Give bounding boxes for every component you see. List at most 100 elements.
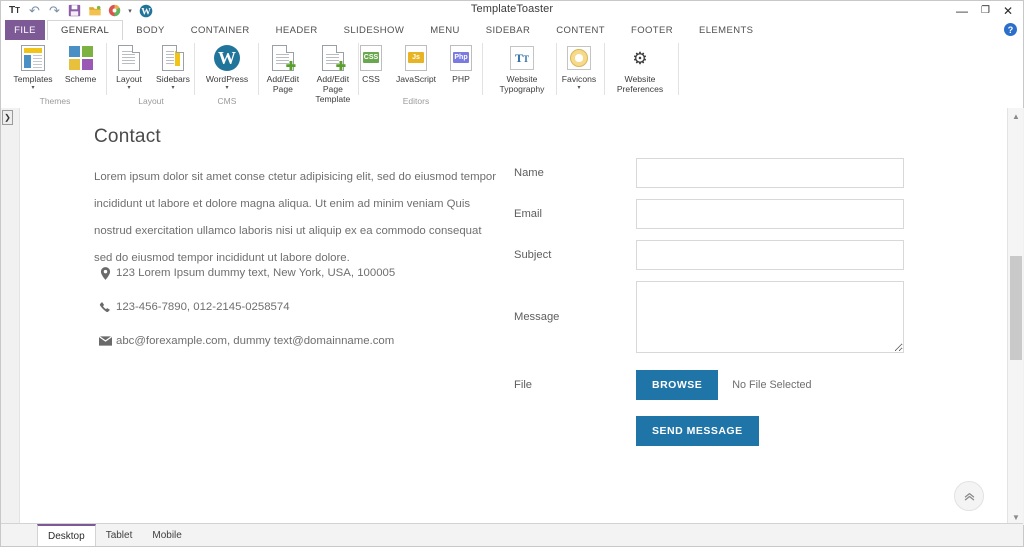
- ribbon-button-wordpress[interactable]: WWordPress▾: [200, 40, 254, 91]
- ribbon-group-label: Editors: [349, 96, 483, 106]
- page-title: Contact: [94, 126, 161, 148]
- form-row-submit: SEND MESSAGE: [514, 416, 974, 446]
- ribbon-tab-footer[interactable]: FOOTER: [618, 20, 686, 40]
- contact-info-item: 123 Lorem Ipsum dummy text, New York, US…: [94, 256, 514, 290]
- ribbon: Templates▾SchemeThemesLayout▾Sidebars▾La…: [1, 40, 1023, 109]
- ribbon-button-label: Add/Edit Page: [265, 74, 301, 94]
- scheme-icon: [69, 44, 93, 72]
- ribbon-group-label: CMS: [195, 96, 259, 106]
- ribbon-button-css[interactable]: CSSCSS: [349, 40, 393, 84]
- ribbon-button-add-edit-page[interactable]: ✚Add/Edit Page: [259, 40, 307, 94]
- form-label-message: Message: [514, 311, 636, 323]
- ribbon-button-label: Layout: [116, 74, 142, 84]
- ribbon-tab-sidebar[interactable]: SIDEBAR: [473, 20, 544, 40]
- ribbon-button-label: WordPress: [206, 74, 248, 84]
- ribbon-tab-menu[interactable]: MENU: [417, 20, 473, 40]
- contact-info-list: 123 Lorem Ipsum dummy text, New York, US…: [94, 256, 514, 358]
- help-button[interactable]: ?: [1004, 23, 1017, 36]
- device-tab-mobile[interactable]: Mobile: [142, 524, 191, 546]
- ribbon-button-website-preferences[interactable]: ⚙Website Preferences: [603, 40, 677, 94]
- favicons-icon: [567, 44, 591, 72]
- ribbon-tabs: GENERALBODYCONTAINERHEADERSLIDESHOWMENUS…: [47, 20, 766, 40]
- form-row: Name: [514, 158, 974, 188]
- contact-info-text: 123-456-7890, 012-2145-0258574: [116, 301, 290, 313]
- ribbon-tab-content[interactable]: CONTENT: [543, 20, 618, 40]
- ribbon-button-scheme[interactable]: Scheme: [59, 40, 103, 84]
- message-textarea[interactable]: [636, 281, 904, 353]
- ribbon-group-cms: WWordPress▾ CMS: [195, 40, 259, 108]
- window-title: TemplateToaster: [1, 3, 1023, 15]
- vertical-scrollbar[interactable]: ▲ ▼: [1007, 108, 1023, 525]
- scroll-to-top-button[interactable]: [954, 481, 984, 511]
- ribbon-button-php[interactable]: Php PHP: [439, 40, 483, 84]
- form-row: Subject: [514, 240, 974, 270]
- ribbon-button-favicons[interactable]: Favicons▾: [556, 40, 602, 91]
- php-icon: Php: [450, 44, 472, 72]
- ribbon-group-divider: [482, 43, 483, 95]
- ribbon-button-label: Templates: [13, 74, 52, 84]
- subject-input[interactable]: [636, 240, 904, 270]
- templates-icon: [21, 44, 45, 72]
- contact-info-item: abc@forexample.com, dummy text@domainnam…: [94, 324, 514, 358]
- ribbon-group-favicons: Favicons▾: [553, 40, 605, 108]
- close-button[interactable]: ✕: [1003, 5, 1013, 17]
- website-preview: Contact Lorem ipsum dolor sit amet conse…: [19, 108, 1008, 525]
- contact-info-item: 123-456-7890, 012-2145-0258574: [94, 290, 514, 324]
- browse-button[interactable]: BROWSE: [636, 370, 718, 400]
- ribbon-tab-container[interactable]: CONTAINER: [178, 20, 263, 40]
- ribbon-tab-slideshow[interactable]: SLIDESHOW: [331, 20, 418, 40]
- chevron-down-icon[interactable]: ▾: [31, 85, 34, 91]
- chevron-down-icon[interactable]: ▾: [171, 85, 174, 91]
- restore-button[interactable]: ❐: [981, 6, 990, 16]
- add-edit-page-icon: ✚: [272, 44, 294, 72]
- form-label-name: Name: [514, 167, 636, 179]
- ribbon-button-website-typography[interactable]: TTWebsite Typography: [487, 40, 557, 94]
- javascript-icon: Js: [405, 44, 427, 72]
- chevron-down-icon[interactable]: ▾: [225, 85, 228, 91]
- form-label-email: Email: [514, 208, 636, 220]
- ribbon-button-label: Website Preferences: [609, 74, 671, 94]
- panel-expander-button[interactable]: ❯: [2, 110, 13, 125]
- chevron-down-icon[interactable]: ▾: [127, 85, 130, 91]
- send-message-button[interactable]: SEND MESSAGE: [636, 416, 759, 446]
- website-typography-icon: TT: [510, 44, 534, 72]
- tab-file[interactable]: FILE: [5, 20, 45, 40]
- ribbon-group-typography: TTWebsite Typography: [487, 40, 557, 108]
- chevron-double-up-icon: [963, 490, 976, 503]
- ribbon-button-templates[interactable]: Templates▾: [7, 40, 58, 91]
- name-input[interactable]: [636, 158, 904, 188]
- chevron-down-icon[interactable]: ▾: [577, 85, 580, 91]
- ribbon-tab-header[interactable]: HEADER: [263, 20, 331, 40]
- application-window: TT ↶ ↷ ▾ W TemplateToaster — ❐ ✕ FILE: [0, 0, 1024, 547]
- scrollbar-up-arrow[interactable]: ▲: [1008, 108, 1024, 124]
- website-preferences-icon: ⚙: [628, 44, 652, 72]
- title-bar: TT ↶ ↷ ▾ W TemplateToaster — ❐ ✕: [1, 1, 1023, 20]
- contact-info-text: abc@forexample.com, dummy text@domainnam…: [116, 335, 394, 347]
- ribbon-button-label: PHP: [452, 74, 470, 84]
- minimize-button[interactable]: —: [956, 5, 968, 17]
- file-status-text: No File Selected: [732, 379, 811, 391]
- layout-icon: [118, 44, 140, 72]
- ribbon-group-editors: CSSCSS Js JavaScript Php PHP Editors: [349, 40, 483, 108]
- ribbon-button-label: JavaScript: [396, 74, 436, 84]
- ribbon-group-themes: Templates▾SchemeThemes: [3, 40, 107, 108]
- ribbon-tab-elements[interactable]: ELEMENTS: [686, 20, 766, 40]
- device-preview-tabs: DesktopTabletMobile: [37, 524, 192, 546]
- envelope-icon: [94, 336, 116, 346]
- ribbon-tab-body[interactable]: BODY: [123, 20, 178, 40]
- device-tab-desktop[interactable]: Desktop: [37, 524, 96, 546]
- contact-form: NameEmailSubjectMessageFileBROWSENo File…: [514, 158, 974, 457]
- ribbon-group-divider: [678, 43, 679, 95]
- design-canvas: ❯ Contact Lorem ipsum dolor sit amet con…: [1, 108, 1024, 525]
- device-tab-tablet[interactable]: Tablet: [96, 524, 143, 546]
- phone-icon: [94, 301, 116, 313]
- ribbon-tab-general[interactable]: GENERAL: [47, 20, 123, 41]
- ribbon-button-javascript[interactable]: Js JavaScript: [393, 40, 439, 84]
- ribbon-button-label: Favicons: [562, 74, 596, 84]
- email-input[interactable]: [636, 199, 904, 229]
- scrollbar-thumb[interactable]: [1010, 256, 1022, 360]
- contact-info-text: 123 Lorem Ipsum dummy text, New York, US…: [116, 267, 395, 279]
- ribbon-button-sidebars[interactable]: Sidebars▾: [151, 40, 195, 91]
- ribbon-button-layout[interactable]: Layout▾: [107, 40, 151, 91]
- ribbon-button-label: Add/Edit Page Template: [313, 74, 353, 104]
